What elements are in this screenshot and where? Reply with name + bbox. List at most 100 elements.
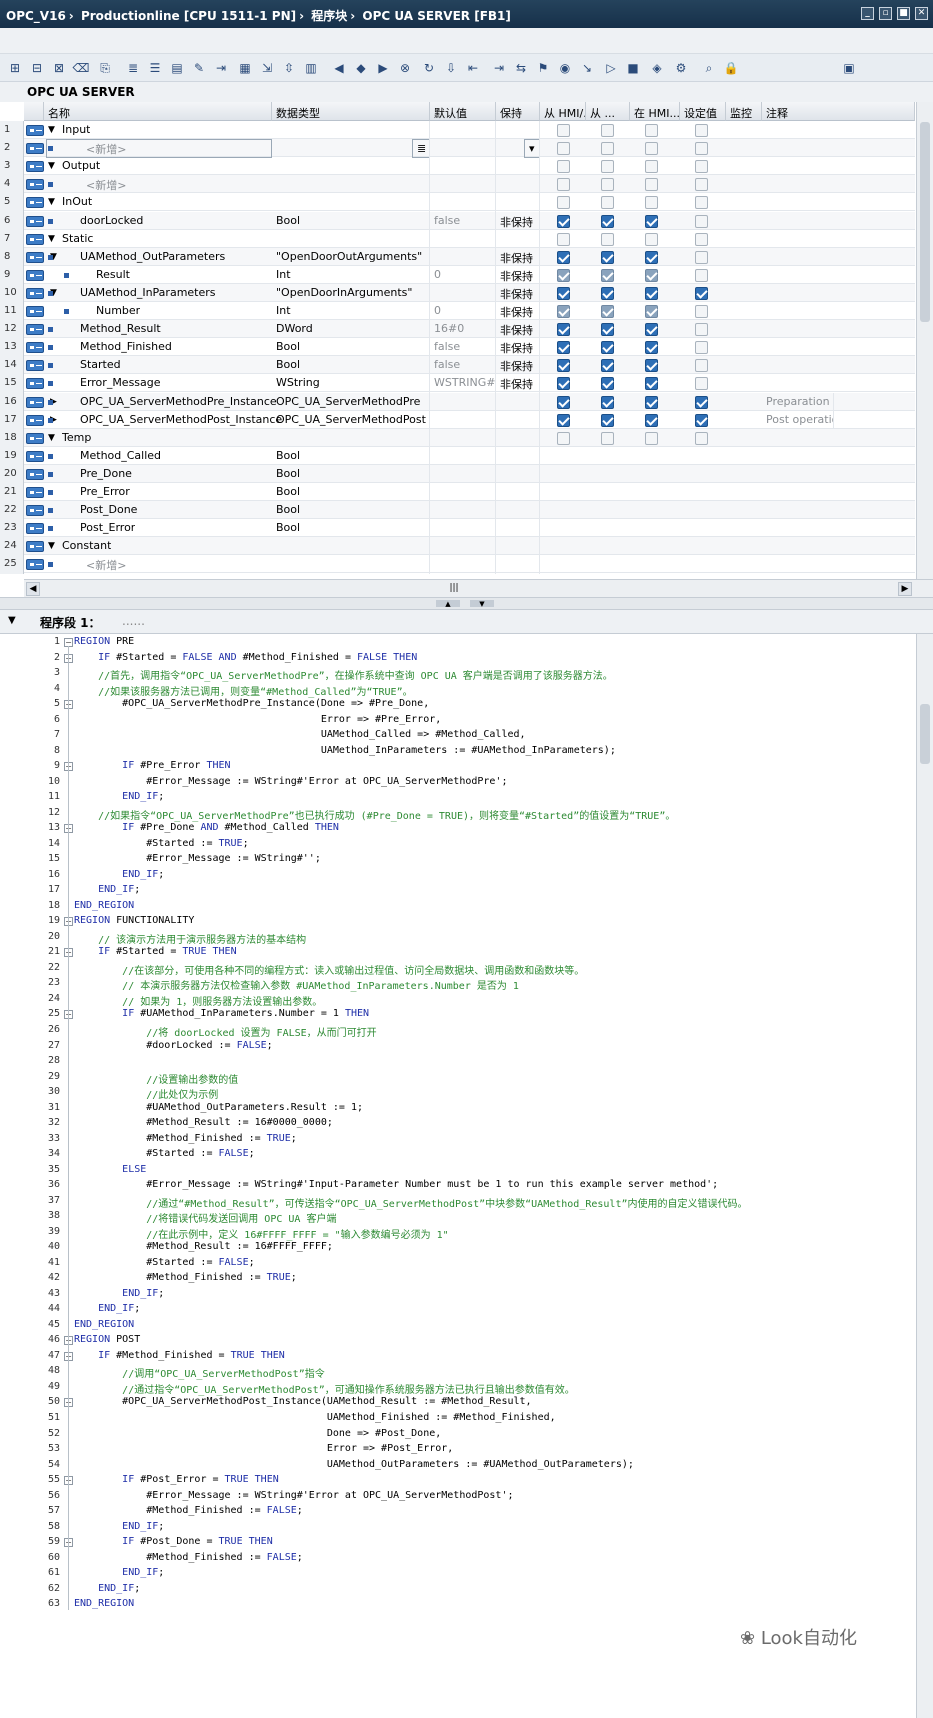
checkbox[interactable]	[601, 413, 614, 427]
format-icon[interactable]: ≣	[124, 59, 142, 77]
data-type-cell[interactable]	[272, 175, 430, 195]
code-line[interactable]: //如果指令“OPC_UA_ServerMethodPre”也已执行成功 (#P…	[74, 807, 675, 822]
code-line[interactable]: #Error_Message := WString#'Error at OPC_…	[74, 1490, 513, 1501]
code-line[interactable]: REGION PRE	[74, 636, 134, 647]
checkbox[interactable]	[695, 395, 708, 409]
table-row[interactable]: 17 ▶ OPC_UA_ServerMethodPost_Instance OPC_U…	[0, 410, 915, 430]
default-value-cell[interactable]	[430, 139, 496, 159]
code-line[interactable]: #Method_Result := 16#FFFF_FFFF;	[74, 1241, 333, 1252]
checkbox[interactable]	[557, 196, 570, 210]
checkbox[interactable]	[557, 214, 570, 228]
retain-cell[interactable]	[496, 157, 540, 177]
library-icon[interactable]: ▥	[302, 59, 320, 77]
default-value-cell[interactable]	[430, 157, 496, 177]
variable-name[interactable]: doorLocked	[80, 214, 143, 227]
data-type-cell[interactable]: OPC_UA_ServerMethodPre	[272, 392, 430, 412]
table-row[interactable]: 19 Method_Called Bool	[0, 446, 915, 466]
variable-name[interactable]: Constant	[62, 539, 111, 552]
breadcrumb-block[interactable]: OPC UA SERVER [FB1]	[362, 9, 510, 23]
checkbox[interactable]	[695, 232, 708, 246]
checkbox[interactable]	[695, 196, 708, 210]
go-icon[interactable]: ⇥	[212, 59, 230, 77]
table-horizontal-scrollbar[interactable]: ◀ ||| ▶	[24, 579, 933, 597]
checkbox[interactable]	[695, 341, 708, 355]
variable-name[interactable]: Method_Called	[80, 449, 161, 462]
checkbox[interactable]	[695, 250, 708, 264]
panel-icon[interactable]: ▣	[840, 59, 858, 77]
data-type-cell[interactable]: Bool	[272, 519, 430, 539]
retain-cell[interactable]	[496, 175, 540, 195]
retain-cell[interactable]	[496, 501, 540, 521]
download-icon[interactable]: ⇩	[442, 59, 460, 77]
table-row[interactable]: 8 ▼ UAMethod_OutParameters "OpenDoorOutArgu…	[0, 247, 915, 267]
retain-cell[interactable]	[496, 519, 540, 539]
code-line[interactable]: END_IF;	[74, 1288, 164, 1299]
variable-name[interactable]: Output	[62, 159, 100, 172]
checkbox[interactable]	[557, 160, 570, 174]
checkbox[interactable]	[601, 250, 614, 264]
code-line[interactable]: #OPC_UA_ServerMethodPost_Instance(UAMeth…	[74, 1396, 531, 1407]
maximize-button[interactable]: ■	[897, 7, 910, 20]
checkbox[interactable]	[645, 250, 658, 264]
checkbox[interactable]	[645, 341, 658, 355]
table-row[interactable]: 24 ▼ Constant	[0, 537, 915, 557]
expand-down-icon[interactable]: ▼	[48, 197, 55, 207]
default-value-cell[interactable]: 0	[430, 265, 496, 285]
data-type-cell[interactable]: Bool	[272, 356, 430, 376]
checkbox[interactable]	[695, 359, 708, 373]
code-line[interactable]: #Error_Message := WString#'';	[74, 853, 321, 864]
table-row[interactable]: 15 Error_Message WString WSTRING#'' 非保持	[0, 374, 915, 394]
retain-cell[interactable]: 非保持	[496, 320, 540, 340]
code-line[interactable]: #Method_Finished := FALSE;	[74, 1505, 303, 1516]
retain-cell[interactable]: 非保持	[496, 247, 540, 267]
code-line[interactable]: IF #Post_Done = TRUE THEN	[74, 1536, 273, 1547]
code-line[interactable]: #Started := FALSE;	[74, 1148, 254, 1159]
retain-cell[interactable]	[496, 139, 540, 159]
align-icon[interactable]: ☰	[146, 59, 164, 77]
default-value-cell[interactable]	[430, 501, 496, 521]
table-row[interactable]: 10 ▼ UAMethod_InParameters "OpenDoorInArgum…	[0, 283, 915, 303]
variable-name[interactable]: OPC_UA_ServerMethodPost_Instance	[80, 413, 282, 426]
code-line[interactable]: #Method_Finished := TRUE;	[74, 1133, 297, 1144]
checkbox[interactable]	[645, 124, 658, 137]
code-line[interactable]: #Error_Message := WString#'Input-Paramet…	[74, 1179, 718, 1190]
data-type-cell[interactable]: "OpenDoorOutArguments"	[272, 247, 430, 267]
code-line[interactable]: //在该部分，可使用各种不同的编程方式：读入或输出过程值、访问全局数据块、调用函…	[74, 962, 584, 977]
retain-cell[interactable]: 非保持	[496, 211, 540, 231]
retain-cell[interactable]	[496, 229, 540, 249]
default-value-cell[interactable]	[430, 193, 496, 213]
retain-cell[interactable]	[496, 428, 540, 448]
retain-cell[interactable]	[496, 193, 540, 213]
lock-icon[interactable]: 🔒	[722, 59, 740, 77]
checkbox[interactable]	[601, 395, 614, 409]
close-button[interactable]: ✕	[915, 7, 928, 20]
table-row[interactable]: 4 <新增>	[0, 175, 915, 195]
call-icon[interactable]: ⇲	[258, 59, 276, 77]
retain-cell[interactable]	[496, 392, 540, 412]
checkbox[interactable]	[695, 178, 708, 192]
checkbox[interactable]	[695, 305, 708, 318]
retain-cell[interactable]	[496, 483, 540, 502]
variable-name[interactable]: Pre_Done	[80, 467, 132, 480]
data-type-cell[interactable]	[272, 229, 430, 249]
retain-cell[interactable]	[496, 555, 540, 575]
checkbox[interactable]	[557, 431, 570, 445]
column-header[interactable]: 设定值	[680, 102, 726, 121]
default-value-cell[interactable]	[430, 483, 496, 502]
run-icon[interactable]: ▷	[602, 59, 620, 77]
column-header[interactable]: 名称	[44, 102, 272, 121]
code-line[interactable]: END_IF;	[74, 1521, 164, 1532]
default-value-cell[interactable]: WSTRING#''	[430, 374, 496, 394]
code-line[interactable]: REGION POST	[74, 1334, 140, 1345]
data-type-cell[interactable]: Int	[272, 302, 430, 321]
default-value-cell[interactable]	[430, 283, 496, 303]
checkbox[interactable]	[601, 232, 614, 246]
column-header[interactable]: 数据类型	[272, 102, 430, 121]
code-line[interactable]: //在此示例中，定义 16#FFFF_FFFF = "输入参数编号必须为 1"	[74, 1226, 448, 1241]
data-type-cell[interactable]	[272, 157, 430, 177]
default-value-cell[interactable]	[430, 464, 496, 484]
checkbox[interactable]	[695, 124, 708, 137]
variable-name[interactable]: Pre_Error	[80, 485, 130, 498]
scroll-left-arrow-icon[interactable]: ◀	[26, 582, 40, 596]
checkbox[interactable]	[695, 268, 708, 282]
